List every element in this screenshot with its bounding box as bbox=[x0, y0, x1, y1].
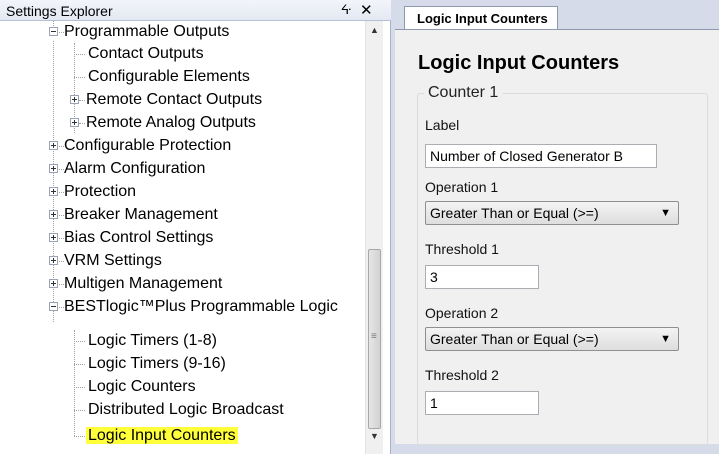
tree-item-bestlogic-plus-programmable-logic[interactable]: BESTlogic™Plus Programmable Logic bbox=[49, 296, 340, 318]
expand-icon[interactable] bbox=[49, 141, 58, 150]
dropdown-arrow-icon: ▼ bbox=[660, 333, 671, 345]
dropdown-arrow-icon: ▼ bbox=[660, 207, 671, 219]
threshold-2-field[interactable]: 1 bbox=[425, 391, 539, 415]
tree-item-programmable-outputs[interactable]: Programmable Outputs bbox=[49, 21, 231, 43]
explorer-title: Settings Explorer bbox=[6, 3, 113, 19]
collapse-icon[interactable] bbox=[49, 302, 58, 311]
tree-item-protection[interactable]: Protection bbox=[49, 181, 138, 203]
collapse-icon[interactable] bbox=[49, 27, 58, 36]
document-area: Logic Input Counters Logic Input Counter… bbox=[392, 0, 719, 454]
explorer-header: Settings Explorer ᔰ ✕ bbox=[0, 0, 391, 21]
tree-item-multigen-management[interactable]: Multigen Management bbox=[49, 273, 224, 295]
tree-item-remote-analog-outputs[interactable]: Remote Analog Outputs bbox=[70, 112, 258, 134]
label-caption: Label bbox=[425, 117, 460, 133]
expand-icon[interactable] bbox=[70, 118, 79, 127]
tree-scrollbar[interactable]: ▲ ≡ ▼ bbox=[365, 21, 383, 454]
scroll-up-arrow-icon[interactable]: ▲ bbox=[370, 25, 379, 35]
tree-item-contact-outputs[interactable]: Contact Outputs bbox=[86, 43, 206, 65]
group-title: Counter 1 bbox=[424, 84, 503, 102]
tree-item-configurable-protection[interactable]: Configurable Protection bbox=[49, 135, 233, 157]
settings-explorer-pane: Settings Explorer ᔰ ✕ Programmable Outpu… bbox=[0, 0, 391, 454]
settings-content-panel: Logic Input Counters Counter 1 Label Num… bbox=[395, 29, 719, 445]
expand-icon[interactable] bbox=[49, 279, 58, 288]
tree-item-configurable-elements[interactable]: Configurable Elements bbox=[86, 66, 252, 88]
operation-1-caption: Operation 1 bbox=[425, 179, 499, 195]
scroll-thumb[interactable]: ≡ bbox=[368, 249, 381, 429]
expand-icon[interactable] bbox=[49, 233, 58, 242]
tree-item-logic-input-counters[interactable]: Logic Input Counters bbox=[86, 425, 238, 447]
tree-item-logic-timers-9-16[interactable]: Logic Timers (9-16) bbox=[86, 353, 228, 375]
expand-icon[interactable] bbox=[49, 210, 58, 219]
operation-2-value: Greater Than or Equal (>=) bbox=[430, 331, 599, 347]
scroll-down-arrow-icon[interactable]: ▼ bbox=[370, 431, 379, 441]
tree-item-remote-contact-outputs[interactable]: Remote Contact Outputs bbox=[70, 89, 264, 111]
tree-item-distributed-logic-broadcast[interactable]: Distributed Logic Broadcast bbox=[86, 399, 286, 421]
expand-icon[interactable] bbox=[49, 187, 58, 196]
operation-1-value: Greater Than or Equal (>=) bbox=[430, 205, 599, 221]
grip-icon: ≡ bbox=[371, 331, 377, 342]
pin-icon[interactable]: ᔰ bbox=[341, 2, 351, 18]
expand-icon[interactable] bbox=[70, 95, 79, 104]
expand-icon[interactable] bbox=[49, 256, 58, 265]
tree-item-logic-counters[interactable]: Logic Counters bbox=[86, 376, 198, 398]
tree-item-logic-timers-1-8[interactable]: Logic Timers (1-8) bbox=[86, 330, 219, 352]
expand-icon[interactable] bbox=[49, 164, 58, 173]
tree-item-breaker-management[interactable]: Breaker Management bbox=[49, 204, 220, 226]
operation-2-dropdown[interactable]: Greater Than or Equal (>=) ▼ bbox=[425, 327, 679, 351]
operation-2-caption: Operation 2 bbox=[425, 305, 499, 321]
tree-item-bias-control-settings[interactable]: Bias Control Settings bbox=[49, 227, 215, 249]
page-title: Logic Input Counters bbox=[418, 52, 620, 74]
operation-1-dropdown[interactable]: Greater Than or Equal (>=) ▼ bbox=[425, 201, 679, 225]
label-field[interactable]: Number of Closed Generator B bbox=[425, 144, 657, 168]
counter-group-box: Counter 1 Label Number of Closed Generat… bbox=[417, 84, 708, 445]
threshold-2-caption: Threshold 2 bbox=[425, 367, 499, 383]
threshold-1-field[interactable]: 3 bbox=[425, 265, 539, 289]
tree-item-alarm-configuration[interactable]: Alarm Configuration bbox=[49, 158, 207, 180]
close-icon[interactable]: ✕ bbox=[360, 1, 373, 19]
tree-item-vrm-settings[interactable]: VRM Settings bbox=[49, 250, 164, 272]
threshold-1-caption: Threshold 1 bbox=[425, 241, 499, 257]
tab-logic-input-counters[interactable]: Logic Input Counters bbox=[404, 6, 558, 30]
settings-tree: Programmable Outputs Contact Outputs Con… bbox=[0, 21, 365, 454]
